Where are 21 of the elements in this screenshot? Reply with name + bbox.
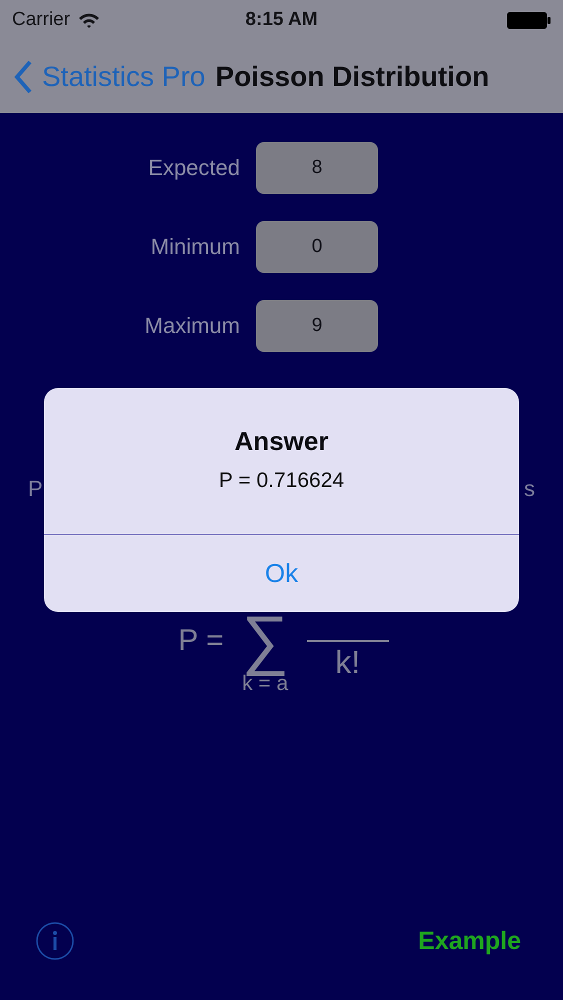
input-field[interactable]: 0: [256, 221, 378, 273]
field-label: Expected: [147, 155, 240, 181]
input-field[interactable]: 8: [256, 142, 378, 194]
battery-icon: [507, 12, 551, 28]
input-field[interactable]: 9: [256, 300, 378, 352]
chevron-icon: [12, 58, 34, 94]
carrier-name: Carrier: [12, 9, 70, 31]
info-icon[interactable]: [36, 922, 74, 960]
description-text: P: [28, 476, 43, 502]
clock-time: 8:15 AM: [245, 9, 318, 30]
screen-title: Poisson Distribution: [215, 60, 490, 92]
example-button[interactable]: Example: [418, 926, 521, 956]
field-label: Minimum: [150, 234, 240, 260]
field-label: Maximum: [144, 313, 240, 339]
alert-message: P = 0.716624: [218, 469, 344, 493]
formula-text: P =: [178, 624, 224, 658]
description-text: s: [524, 476, 535, 502]
alert-title: Answer: [234, 426, 328, 457]
wifi-icon: [78, 12, 100, 28]
denominator: k!: [335, 644, 360, 681]
ok-button[interactable]: Ok: [44, 535, 519, 612]
